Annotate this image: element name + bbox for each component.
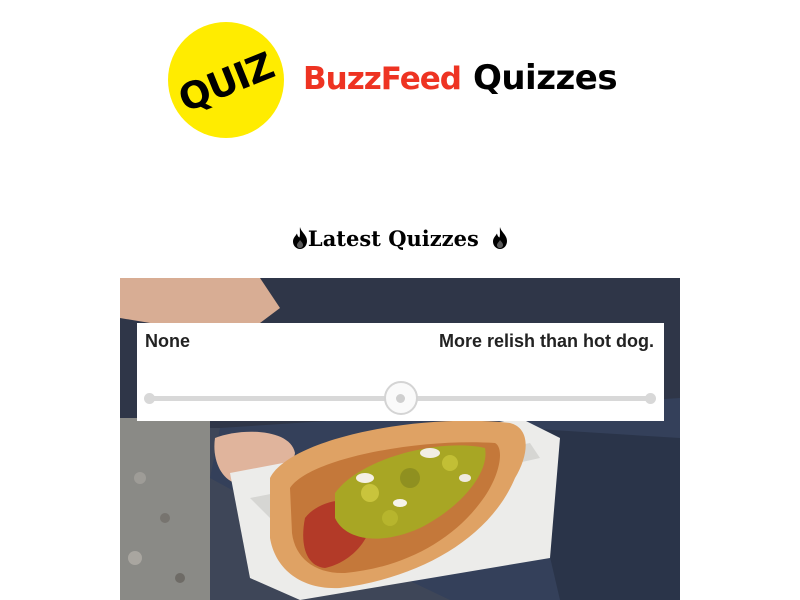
section-title: Latest Quizzes (307, 226, 479, 251)
quiz-badge-text: QUIZ (172, 43, 280, 121)
brand-logo[interactable]: BuzzFeed Quizzes (303, 58, 618, 102)
quiz-card[interactable]: None More relish than hot dog. (120, 278, 680, 600)
slider-start-dot (144, 393, 155, 404)
slider-end-dot (645, 393, 656, 404)
quiz-logo-badge[interactable]: QUIZ (168, 22, 284, 138)
section-heading: Latest Quizzes (0, 226, 800, 251)
answer-slider-panel: None More relish than hot dog. (137, 323, 664, 421)
brand-name: BuzzFeed (303, 61, 462, 97)
slider-min-label: None (145, 331, 190, 351)
page: QUIZ BuzzFeed Quizzes Latest Quizzes Non… (0, 0, 800, 600)
fire-icon (493, 227, 508, 249)
fire-icon (292, 227, 307, 249)
slider-max-label: More relish than hot dog. (439, 331, 654, 351)
slider-thumb-dot (396, 393, 405, 403)
brand-section: Quizzes (472, 58, 618, 98)
slider-thumb[interactable] (383, 381, 418, 415)
